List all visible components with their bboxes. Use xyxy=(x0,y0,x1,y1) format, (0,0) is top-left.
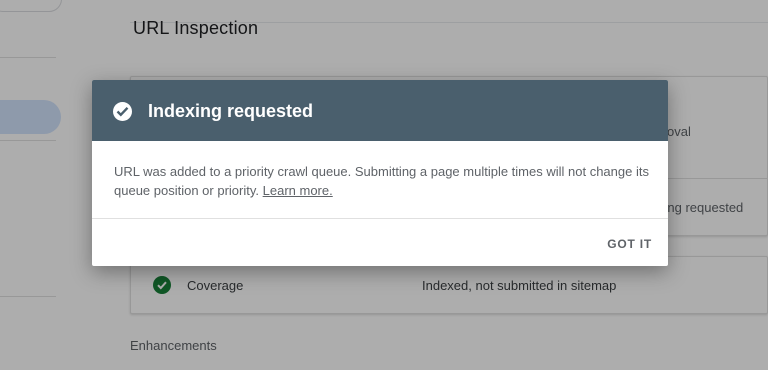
dialog-header: Indexing requested xyxy=(92,80,668,141)
dialog-divider xyxy=(92,218,668,219)
check-circle-icon xyxy=(113,102,132,121)
dialog-title: Indexing requested xyxy=(148,101,314,121)
got-it-button[interactable]: GOT IT xyxy=(605,232,654,256)
dialog-body-text: URL was added to a priority crawl queue.… xyxy=(114,164,649,198)
indexing-requested-dialog: Indexing requested URL was added to a pr… xyxy=(92,80,668,266)
learn-more-link[interactable]: Learn more. xyxy=(263,183,333,198)
dialog-message: URL was added to a priority crawl queue.… xyxy=(114,162,654,200)
